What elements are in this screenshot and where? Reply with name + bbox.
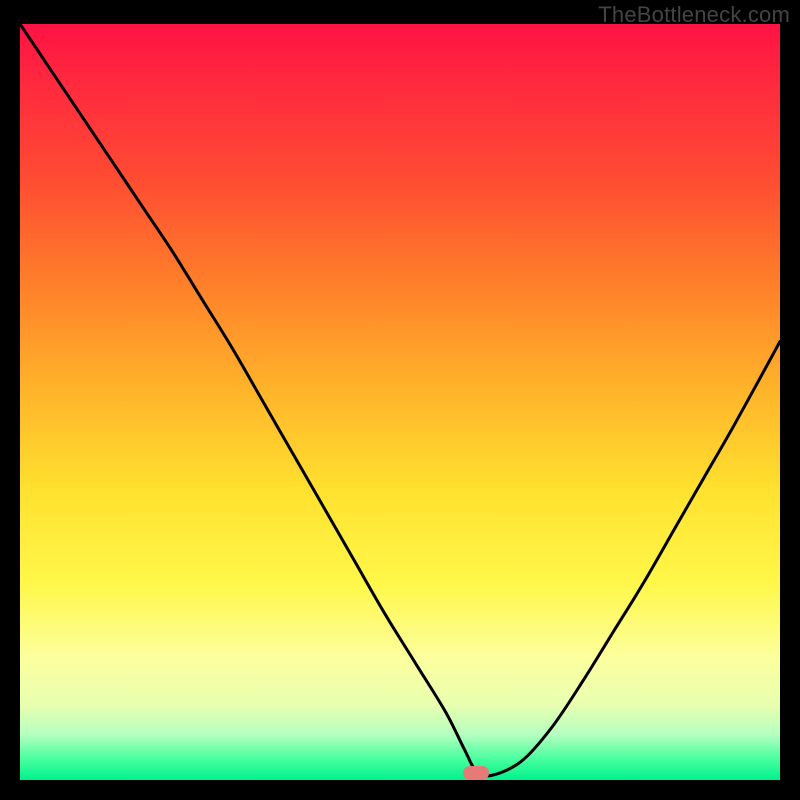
plot-area [20, 24, 780, 780]
curve-svg [20, 24, 780, 780]
chart-frame: TheBottleneck.com [0, 0, 800, 800]
optimal-point-marker [463, 766, 489, 780]
bottleneck-curve [20, 24, 780, 776]
watermark-text: TheBottleneck.com [598, 2, 790, 28]
